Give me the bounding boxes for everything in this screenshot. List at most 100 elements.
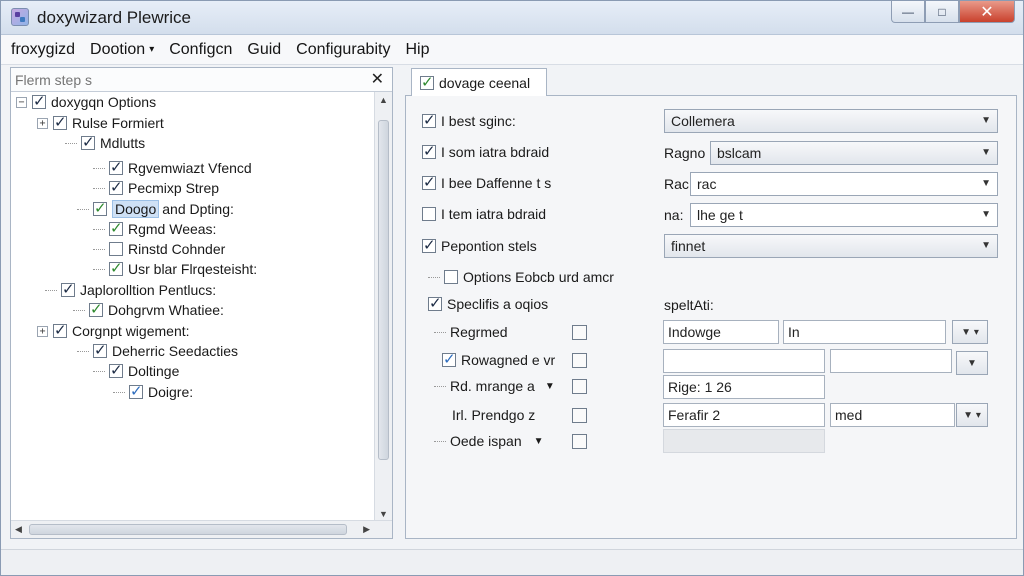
tree-vertical-scrollbar[interactable]: ▲ ▼	[374, 92, 392, 522]
tree-item[interactable]: Rgmd Weeas:	[93, 219, 216, 239]
option-prefix-label: Ragno	[664, 145, 706, 161]
tree-connector	[93, 228, 105, 230]
minimize-button[interactable]: —	[891, 1, 925, 23]
tree-horizontal-scrollbar[interactable]: ◀ ▶	[11, 520, 392, 538]
tree-checkbox[interactable]	[32, 92, 46, 110]
menu-guid[interactable]: Guid	[247, 41, 281, 59]
sub-option-field[interactable]	[830, 349, 952, 373]
tree-checkbox[interactable]	[81, 133, 95, 151]
chevron-down-icon[interactable]: ▼	[534, 436, 544, 447]
tree-connector	[73, 309, 85, 311]
scrollbar-thumb[interactable]	[29, 524, 347, 535]
tab-dovage-ceenal[interactable]: dovage ceenal	[411, 68, 547, 96]
option-checkbox[interactable]	[444, 270, 458, 284]
scroll-down-icon[interactable]: ▼	[379, 509, 388, 519]
doxywizard-app-icon	[11, 8, 29, 26]
close-button[interactable]: ✕	[959, 1, 1015, 23]
tree-checkbox[interactable]	[109, 178, 123, 196]
section-checkbox[interactable]	[428, 294, 442, 312]
option-checkbox[interactable]	[422, 236, 436, 254]
tree-checkbox[interactable]	[109, 361, 123, 379]
tree-checkbox[interactable]	[93, 341, 107, 359]
tree-item[interactable]: Rgvemwiazt Vfencd	[93, 158, 252, 178]
chevron-down-icon[interactable]: ▼	[545, 381, 555, 392]
tree-checkbox[interactable]	[53, 321, 67, 339]
tree-checkbox[interactable]	[109, 158, 123, 176]
tree-checkbox[interactable]	[129, 382, 143, 400]
option-combo[interactable]: Collemera ▼	[664, 109, 998, 133]
tree-item[interactable]: Doigre:	[113, 382, 193, 402]
option-checkbox[interactable]	[422, 207, 436, 221]
tree-item[interactable]: Mdlutts	[65, 133, 145, 153]
tree-checkbox[interactable]	[53, 113, 67, 131]
tree-connector	[113, 391, 125, 393]
tree-item-selected[interactable]: Doogo and Dpting:	[77, 199, 234, 219]
close-icon[interactable]: ✕	[371, 69, 384, 89]
tree-item[interactable]: + Corgnpt wigement:	[37, 321, 190, 341]
sub-option-field[interactable]: Ferafir 2	[663, 403, 825, 427]
sub-option-checkbox[interactable]	[572, 408, 587, 423]
collapse-icon[interactable]: −	[16, 96, 27, 108]
tree-checkbox[interactable]	[109, 242, 123, 256]
option-checkbox[interactable]	[422, 173, 436, 191]
tree-item[interactable]: Japlorolltion Pentlucs:	[45, 280, 216, 300]
tree-item[interactable]: − doxygqn Options	[16, 92, 156, 112]
option-row: Options Eobcb urd amcr	[428, 269, 614, 285]
title-bar[interactable]: doxywizard Plewrice — □ ✕	[1, 1, 1023, 35]
sub-option-checkbox[interactable]	[572, 353, 587, 368]
expand-icon[interactable]: +	[37, 325, 48, 337]
window-title: doxywizard Plewrice	[37, 8, 191, 27]
tab-checkbox[interactable]	[420, 73, 434, 91]
sub-option-field[interactable]: med	[830, 403, 955, 427]
tree-checkbox[interactable]	[109, 219, 123, 237]
option-combo[interactable]: finnet ▼	[664, 234, 998, 258]
sub-option-field[interactable]: In	[783, 320, 946, 344]
sub-option-row: Oede ispan ▼	[434, 433, 544, 449]
sub-option-dropdown[interactable]: ▼ ▾	[956, 403, 988, 427]
scrollbar-thumb[interactable]	[378, 120, 389, 460]
chevron-down-icon: ▼	[981, 178, 991, 189]
sub-option-dropdown[interactable]: ▼ ▾	[952, 320, 988, 344]
tree-item[interactable]: Pecmixp Strep	[93, 178, 219, 198]
menu-configcn[interactable]: Configcn	[169, 41, 232, 59]
chevron-down-icon: ▾	[149, 44, 155, 55]
option-combo[interactable]: rac ▼	[690, 172, 998, 196]
option-checkbox[interactable]	[422, 111, 436, 129]
option-row: I tem iatra bdraid	[422, 206, 546, 222]
menu-froxygizd[interactable]: froxygizd	[11, 41, 75, 59]
maximize-button[interactable]: □	[925, 1, 959, 23]
tree-checkbox[interactable]	[61, 280, 75, 298]
tree-item[interactable]: Usr blar Flrqesteisht:	[93, 259, 257, 279]
menu-hip[interactable]: Hip	[405, 41, 429, 59]
tree-checkbox[interactable]	[109, 259, 123, 277]
tree-item[interactable]: + Rulse Formiert	[37, 113, 164, 133]
sub-option-field[interactable]: Indowge	[663, 320, 779, 344]
option-combo[interactable]: bslcam ▼	[710, 141, 998, 165]
expand-icon[interactable]: +	[37, 117, 48, 129]
menu-configurabity[interactable]: Configurabity	[296, 41, 390, 59]
tree-item[interactable]: Rinstd Cohnder	[93, 239, 225, 259]
sub-option-checkbox[interactable]	[572, 434, 587, 449]
menu-dootion[interactable]: Dootion ▾	[90, 41, 154, 59]
sub-option-field[interactable]: Rige: 1 26	[663, 375, 825, 399]
tree-item[interactable]: Doltinge	[93, 361, 179, 381]
sub-option-field[interactable]	[663, 429, 825, 453]
sub-option-checkbox[interactable]	[572, 379, 587, 394]
chevron-down-icon: ▼	[981, 115, 991, 126]
tree-item[interactable]: Deherric Seedacties	[77, 341, 238, 361]
scroll-right-icon[interactable]: ▶	[363, 524, 370, 535]
option-checkbox[interactable]	[422, 142, 436, 160]
sub-option-dropdown[interactable]: ▼	[956, 351, 988, 375]
sub-option-checkbox[interactable]	[442, 350, 456, 368]
tree-item[interactable]: Dohgrvm Whatiee:	[73, 300, 224, 320]
sub-option-checkbox[interactable]	[572, 325, 587, 340]
option-row: I bee Daffenne t s	[422, 173, 551, 191]
scroll-left-icon[interactable]: ◀	[15, 524, 22, 535]
sub-option-field[interactable]	[663, 349, 825, 373]
option-combo[interactable]: lhe ge t ▼	[690, 203, 998, 227]
tree-search-input[interactable]	[15, 70, 360, 90]
tree-checkbox[interactable]	[89, 300, 103, 318]
tree-checkbox[interactable]	[93, 199, 107, 217]
scroll-up-icon[interactable]: ▲	[379, 95, 388, 105]
section-header: Speclifis a oqios	[428, 294, 548, 312]
